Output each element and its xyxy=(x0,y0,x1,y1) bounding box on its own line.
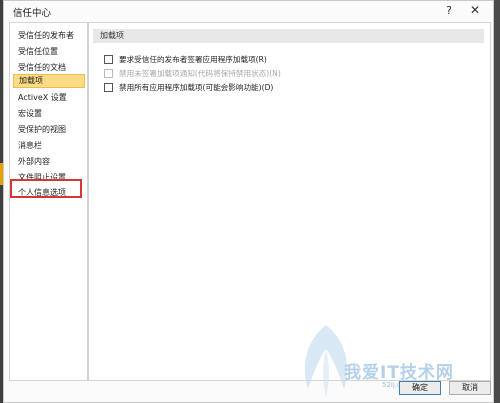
sidebar-item-macro-settings[interactable]: 宏设置 xyxy=(13,107,85,121)
sidebar-item-protected-view[interactable]: 受保护的视图 xyxy=(13,123,85,137)
title-bar: 信任中心 ? ✕ xyxy=(4,1,493,21)
checkbox xyxy=(104,69,113,78)
option-label: 要求受信任的发布者签署应用程序加载项(R) xyxy=(119,55,267,64)
help-icon[interactable]: ? xyxy=(439,2,459,19)
sidebar-item-trusted-documents[interactable]: 受信任的文档 xyxy=(13,61,85,75)
watermark-text: 我爱IT技术网 xyxy=(344,363,454,383)
option-label: 禁用所有应用程序加载项(可能会影响功能)(D) xyxy=(119,83,274,92)
sidebar-item-trusted-locations[interactable]: 受信任位置 xyxy=(13,45,85,59)
cancel-button[interactable]: 取消 xyxy=(449,381,491,395)
sidebar-item-trusted-publishers[interactable]: 受信任的发布者 xyxy=(13,29,85,43)
checkbox[interactable] xyxy=(104,83,113,92)
sidebar-item-external-content[interactable]: 外部内容 xyxy=(13,155,85,169)
option-label: 禁用未签署加载项通知(代码将保持禁用状态)(N) xyxy=(119,69,281,78)
sidebar-item-addins[interactable]: 加载项 xyxy=(13,74,85,88)
checkbox[interactable] xyxy=(104,55,113,64)
section-title: 加载项 xyxy=(93,29,484,43)
trust-center-dialog: 信任中心 ? ✕ 受信任的发布者 受信任位置 受信任的文档 加载项 Active… xyxy=(3,0,494,403)
ok-button[interactable]: 确定 xyxy=(399,381,441,395)
sidebar-item-message-bar[interactable]: 消息栏 xyxy=(13,139,85,153)
highlight-box xyxy=(10,179,82,198)
sidebar-item-activex-settings[interactable]: ActiveX 设置 xyxy=(13,91,85,105)
window-title: 信任中心 xyxy=(13,8,52,19)
sidebar-nav: 受信任的发布者 受信任位置 受信任的文档 加载项 ActiveX 设置 宏设置 … xyxy=(9,22,88,381)
close-icon[interactable]: ✕ xyxy=(465,2,485,19)
